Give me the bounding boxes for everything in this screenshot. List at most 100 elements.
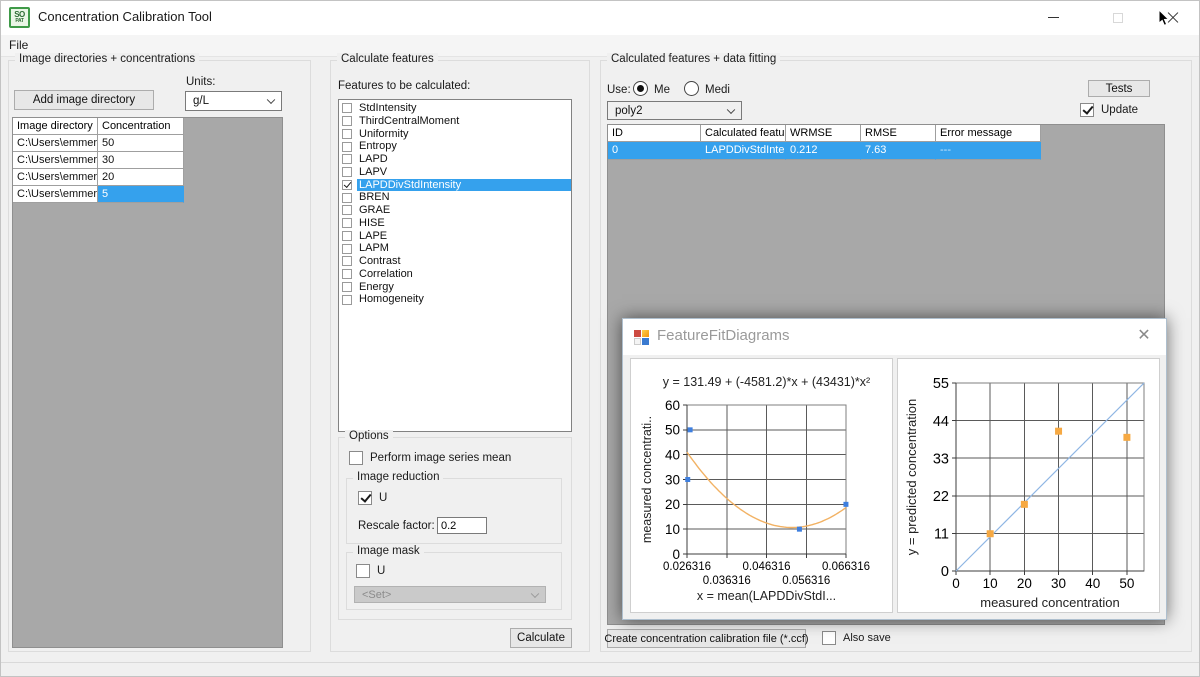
svg-text:40: 40 — [1085, 576, 1100, 591]
feature-checkbox[interactable] — [342, 282, 352, 292]
svg-text:y = 131.49 + (-4581.2)*x + (43: y = 131.49 + (-4581.2)*x + (43431)*x² — [663, 375, 870, 389]
feature-list-item[interactable]: StdIntensity — [339, 102, 571, 115]
feature-list-item[interactable]: LAPV — [339, 166, 571, 179]
svg-text:10: 10 — [983, 576, 998, 591]
results-cell[interactable]: 7.63 — [861, 142, 936, 160]
feature-checkbox[interactable] — [342, 269, 352, 279]
calculate-button[interactable]: Calculate — [510, 628, 572, 648]
results-cell[interactable]: 0 — [608, 142, 701, 160]
results-row[interactable]: 0LAPDDivStdInte...0.2127.63--- — [608, 142, 1164, 160]
series-mean-label: Perform image series mean — [370, 452, 511, 464]
table-cell[interactable]: 5 — [98, 186, 184, 203]
feature-list-item[interactable]: LAPDDivStdIntensity — [339, 179, 571, 192]
maximize-icon — [1113, 13, 1123, 23]
fit-type-combo[interactable]: poly2 — [607, 101, 742, 120]
feature-checkbox[interactable] — [342, 295, 352, 305]
feature-checkbox[interactable] — [342, 103, 352, 113]
table-cell[interactable]: Concentration — [98, 118, 184, 135]
results-header-cell[interactable]: ID — [608, 125, 701, 142]
results-cell[interactable]: --- — [936, 142, 1041, 160]
feature-list-item[interactable]: GRAE — [339, 204, 571, 217]
feature-checkbox[interactable] — [342, 167, 352, 177]
also-save-checkbox[interactable] — [822, 631, 836, 645]
directories-table[interactable]: Image directoryConcentrationC:\Users\emm… — [12, 117, 283, 648]
table-cell[interactable]: C:\Users\emmeri... — [13, 186, 98, 203]
results-header-cell[interactable]: Error message — [936, 125, 1041, 142]
fit-curve-chart: 01020304050600.0263160.0363160.0463160.0… — [631, 359, 892, 612]
fit-window-icon — [634, 330, 649, 345]
feature-list-item[interactable]: BREN — [339, 191, 571, 204]
feature-checkbox[interactable] — [342, 218, 352, 228]
feature-checkbox[interactable] — [342, 244, 352, 254]
feature-list-item[interactable]: LAPD — [339, 153, 571, 166]
maximize-button[interactable] — [1095, 0, 1141, 35]
menu-file[interactable]: File — [0, 35, 37, 55]
results-header-cell[interactable]: WRMSE — [786, 125, 861, 142]
feature-list-item[interactable]: ThirdCentralMoment — [339, 115, 571, 128]
table-cell[interactable]: C:\Users\emmeri... — [13, 135, 98, 152]
feature-fit-diagrams-window: FeatureFitDiagrams ✕ 01020304050600.0263… — [622, 318, 1167, 620]
feature-checkbox[interactable] — [342, 180, 352, 190]
create-ccf-button[interactable]: Create concentration calibration file (*… — [607, 629, 806, 648]
radio-me-label: Me — [654, 84, 670, 96]
series-mean-checkbox[interactable] — [349, 451, 363, 465]
feature-list-item[interactable]: Entropy — [339, 140, 571, 153]
feature-label: StdIntensity — [357, 102, 571, 115]
feature-checkbox[interactable] — [342, 193, 352, 203]
feature-list-item[interactable]: Contrast — [339, 255, 571, 268]
feature-list-item[interactable]: HISE — [339, 217, 571, 230]
feature-checkbox[interactable] — [342, 154, 352, 164]
image-mask-u-checkbox[interactable] — [356, 564, 370, 578]
svg-text:measured concentration: measured concentration — [980, 595, 1119, 610]
feature-list-item[interactable]: Energy — [339, 281, 571, 294]
table-row: C:\Users\emmeri...30 — [13, 152, 282, 169]
table-cell[interactable]: 50 — [98, 135, 184, 152]
svg-text:0.066316: 0.066316 — [822, 561, 870, 573]
results-header-cell[interactable]: RMSE — [861, 125, 936, 142]
table-cell[interactable]: 30 — [98, 152, 184, 169]
svg-text:0: 0 — [672, 547, 680, 562]
image-mask-title: Image mask — [353, 545, 424, 557]
feature-list-item[interactable]: Homogeneity — [339, 293, 571, 306]
fit-window-titlebar[interactable]: FeatureFitDiagrams ✕ — [623, 319, 1166, 355]
table-cell[interactable]: C:\Users\emmeri... — [13, 152, 98, 169]
minimize-button[interactable] — [1030, 0, 1076, 35]
feature-label: Entropy — [357, 140, 571, 153]
units-combo[interactable]: g/L — [185, 91, 282, 111]
rescale-factor-input[interactable] — [437, 517, 487, 534]
feature-checkbox[interactable] — [342, 231, 352, 241]
feature-list-item[interactable]: LAPM — [339, 242, 571, 255]
feature-list-item[interactable]: Uniformity — [339, 128, 571, 141]
feature-checkbox[interactable] — [342, 205, 352, 215]
close-button[interactable] — [1150, 0, 1196, 35]
prediction-chart: 0112233445501020304050measured concentra… — [898, 359, 1159, 612]
chevron-down-icon — [267, 96, 275, 104]
feature-checkbox[interactable] — [342, 129, 352, 139]
feature-list-item[interactable]: Correlation — [339, 268, 571, 281]
feature-checkbox[interactable] — [342, 256, 352, 266]
radio-medi[interactable] — [684, 81, 699, 96]
feature-list-item[interactable]: LAPE — [339, 230, 571, 243]
tests-button[interactable]: Tests — [1088, 80, 1150, 97]
svg-text:0.036316: 0.036316 — [703, 575, 751, 587]
window-title: Concentration Calibration Tool — [38, 9, 212, 24]
feature-checkbox[interactable] — [342, 116, 352, 126]
feature-label: HISE — [357, 217, 571, 230]
image-mask-combo[interactable]: <Set> — [354, 586, 546, 603]
results-header-cell[interactable]: Calculated feature — [701, 125, 786, 142]
results-cell[interactable]: 0.212 — [786, 142, 861, 160]
svg-text:50: 50 — [665, 423, 680, 438]
table-cell[interactable]: C:\Users\emmeri... — [13, 169, 98, 186]
svg-text:30: 30 — [665, 472, 680, 487]
add-image-directory-button[interactable]: Add image directory — [14, 90, 154, 110]
update-checkbox[interactable] — [1080, 103, 1094, 117]
table-cell[interactable]: Image directory — [13, 118, 98, 135]
feature-checkbox[interactable] — [342, 142, 352, 152]
title-bar[interactable]: SO PAT Concentration Calibration Tool — [0, 0, 1200, 35]
fit-window-close-icon[interactable]: ✕ — [1135, 327, 1153, 345]
results-cell[interactable]: LAPDDivStdInte... — [701, 142, 786, 160]
features-listbox[interactable]: StdIntensityThirdCentralMomentUniformity… — [338, 99, 572, 432]
table-cell[interactable]: 20 — [98, 169, 184, 186]
radio-me[interactable] — [633, 81, 648, 96]
image-reduction-u-checkbox[interactable] — [358, 491, 372, 505]
